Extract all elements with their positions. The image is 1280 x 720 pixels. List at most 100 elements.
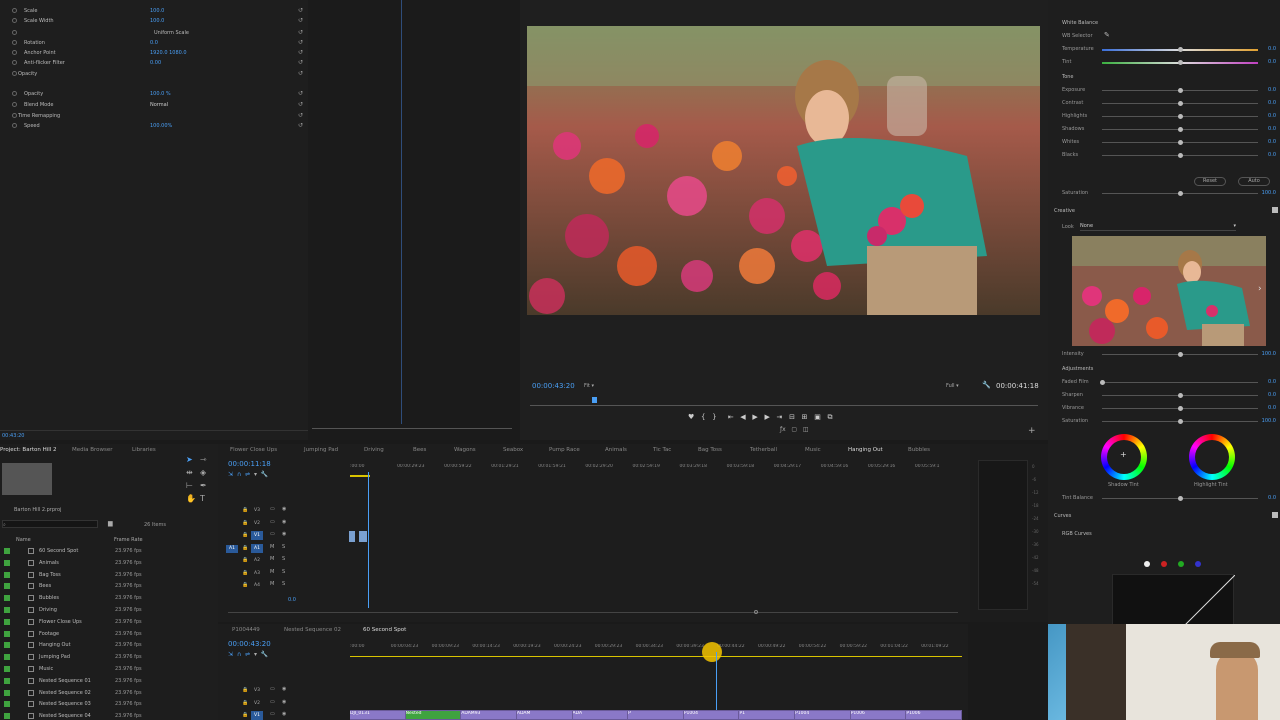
timeline-bottom-timecode[interactable]: 00:00:43:20	[228, 640, 271, 648]
type-tool-icon[interactable]: T	[200, 492, 207, 505]
mute-button[interactable]: M	[270, 556, 274, 562]
go-to-in-icon[interactable]: ⇤	[728, 413, 734, 421]
nest-icon[interactable]: ⇲	[228, 651, 233, 658]
timeline-clip[interactable]: P1004	[683, 711, 739, 719]
tint-balance-value[interactable]: 0.0	[1268, 495, 1276, 501]
timeline-settings-icon[interactable]: 🔧	[261, 651, 268, 658]
program-playhead[interactable]	[592, 397, 597, 403]
stopwatch-icon[interactable]	[12, 8, 17, 13]
slider-knob[interactable]	[1178, 153, 1183, 158]
mute-button[interactable]: M	[270, 544, 274, 550]
timeline-clip[interactable]: P1006	[906, 711, 961, 719]
master-volume-value[interactable]: 0.0	[288, 597, 296, 603]
stopwatch-icon[interactable]	[12, 102, 17, 107]
timeline-tab[interactable]: Pump Race	[549, 444, 580, 456]
stopwatch-icon[interactable]	[12, 91, 17, 96]
nest-icon[interactable]: ⇲	[228, 471, 233, 478]
reset-icon[interactable]: ↺	[298, 28, 303, 38]
track-select-icon[interactable]: ⇾	[200, 453, 207, 466]
list-item[interactable]: Nested Sequence 03 23.976 fps	[0, 699, 180, 709]
slider-knob[interactable]	[1178, 140, 1183, 145]
eye-icon[interactable]: ◉	[282, 519, 286, 525]
reset-icon[interactable]: ↺	[298, 48, 303, 58]
track-header[interactable]: 🔒 A3 M S	[218, 569, 348, 581]
look-dropdown[interactable]: None ▾	[1080, 223, 1236, 231]
white-channel-dot[interactable]	[1144, 561, 1150, 567]
slider-value[interactable]: 0.0	[1268, 152, 1276, 158]
timeline-top-playhead[interactable]	[368, 472, 369, 608]
timeline-top-ruler[interactable]: :00:00 00:00:29:23 00:00:59:22 00:01:29:21 0…	[350, 464, 962, 474]
slider-value[interactable]: 0.0	[1268, 46, 1276, 52]
slider-value[interactable]: 100.0	[1262, 418, 1276, 424]
lock-icon[interactable]: 🔒	[242, 712, 248, 718]
solo-button[interactable]: S	[282, 569, 285, 575]
solo-button[interactable]: S	[282, 556, 285, 562]
add-marker-icon[interactable]: ▾	[254, 471, 257, 478]
lock-icon[interactable]: 🔒	[242, 557, 248, 563]
slider-track[interactable]	[1102, 140, 1258, 145]
timeline-clip[interactable]: ADA	[572, 711, 628, 719]
list-item[interactable]: Bees 23.976 fps	[0, 581, 180, 591]
list-item[interactable]: Nested Sequence 02 23.976 fps	[0, 688, 180, 698]
stopwatch-icon[interactable]	[12, 113, 17, 118]
slider-knob[interactable]	[1178, 419, 1183, 424]
play-icon[interactable]: ▶	[752, 413, 757, 421]
next-look-icon[interactable]: ›	[1258, 284, 1262, 294]
timeline-tab[interactable]: Animals	[605, 444, 627, 456]
timeline-clip[interactable]: Nested	[405, 711, 461, 719]
ec-row-value[interactable]: 100.0 %	[150, 89, 171, 99]
solo-button[interactable]: S	[282, 544, 285, 550]
lock-icon[interactable]: 🔒	[242, 687, 248, 693]
track-header[interactable]: A1 🔒 A1 M S	[218, 543, 348, 556]
intensity-slider[interactable]	[1102, 352, 1258, 357]
list-item[interactable]: Animals 23.976 fps	[0, 558, 180, 568]
project-tab[interactable]: Libraries	[132, 444, 156, 456]
slider-track[interactable]	[1102, 419, 1258, 424]
reset-icon[interactable]: ↺	[298, 121, 303, 131]
source-patch[interactable]: A1	[226, 544, 238, 553]
slider-value[interactable]: 0.0	[1268, 392, 1276, 398]
lock-icon[interactable]: 🔒	[242, 532, 248, 538]
track-header[interactable]: 🔒 V1 ▭ ◉	[218, 711, 348, 720]
green-channel-dot[interactable]	[1177, 561, 1184, 567]
eye-icon[interactable]: ◉	[282, 699, 286, 705]
slider-knob[interactable]	[1178, 114, 1183, 119]
tone-header[interactable]: Tone	[1062, 74, 1074, 80]
program-scrub-bar[interactable]	[530, 397, 1038, 406]
selection-tool-icon[interactable]: ➤	[186, 453, 196, 466]
add-button-icon[interactable]: +	[1028, 426, 1036, 436]
timeline-tab[interactable]: Bag Toss	[698, 444, 722, 456]
step-back-icon[interactable]: ◀	[740, 413, 745, 421]
timeline-settings-icon[interactable]: 🔧	[261, 471, 268, 478]
lift-icon[interactable]: ⊟	[789, 413, 795, 421]
reset-icon[interactable]: ↺	[298, 38, 303, 48]
pen-icon[interactable]: ✒	[200, 479, 207, 492]
mute-button[interactable]: M	[270, 581, 274, 587]
creative-enable-checkbox[interactable]	[1272, 207, 1278, 213]
tint-balance-slider[interactable]	[1102, 496, 1258, 501]
eye-icon[interactable]: ◉	[282, 506, 286, 512]
list-item[interactable]: Flower Close Ups 23.976 fps	[0, 617, 180, 627]
track-header[interactable]: 🔒 V1 ▭ ◉	[218, 531, 348, 543]
slider-knob[interactable]	[1178, 88, 1183, 93]
slider-knob[interactable]	[1178, 127, 1183, 132]
toggle-sync-icon[interactable]: ▭	[270, 506, 275, 512]
step-forward-icon[interactable]: ▶	[764, 413, 769, 421]
list-item[interactable]: Bubbles 23.976 fps	[0, 593, 180, 603]
stopwatch-icon[interactable]	[12, 60, 17, 65]
ec-row-value[interactable]: 0.00	[150, 58, 161, 68]
v1-clip-2[interactable]	[359, 531, 367, 542]
slider-value[interactable]: 0.0	[1268, 126, 1276, 132]
blue-channel-dot[interactable]	[1194, 561, 1201, 567]
lock-icon[interactable]: 🔒	[242, 507, 248, 513]
reset-icon[interactable]: ↺	[298, 58, 303, 68]
fx-icon[interactable]: ƒx	[780, 426, 786, 433]
timeline-bottom-ruler[interactable]: :00:00 00:00:04:23 00:00:09:23 00:00:14:23 0…	[350, 644, 962, 654]
lock-icon[interactable]: 🔒	[242, 700, 248, 706]
shadow-tint-wheel[interactable]: +	[1101, 434, 1147, 480]
solo-button[interactable]: S	[282, 581, 285, 587]
slider-track[interactable]	[1102, 393, 1258, 398]
intensity-value[interactable]: 100.0	[1262, 351, 1276, 357]
out-point-icon[interactable]: }	[712, 413, 716, 421]
toggle-sync-icon[interactable]: ▭	[270, 699, 275, 705]
